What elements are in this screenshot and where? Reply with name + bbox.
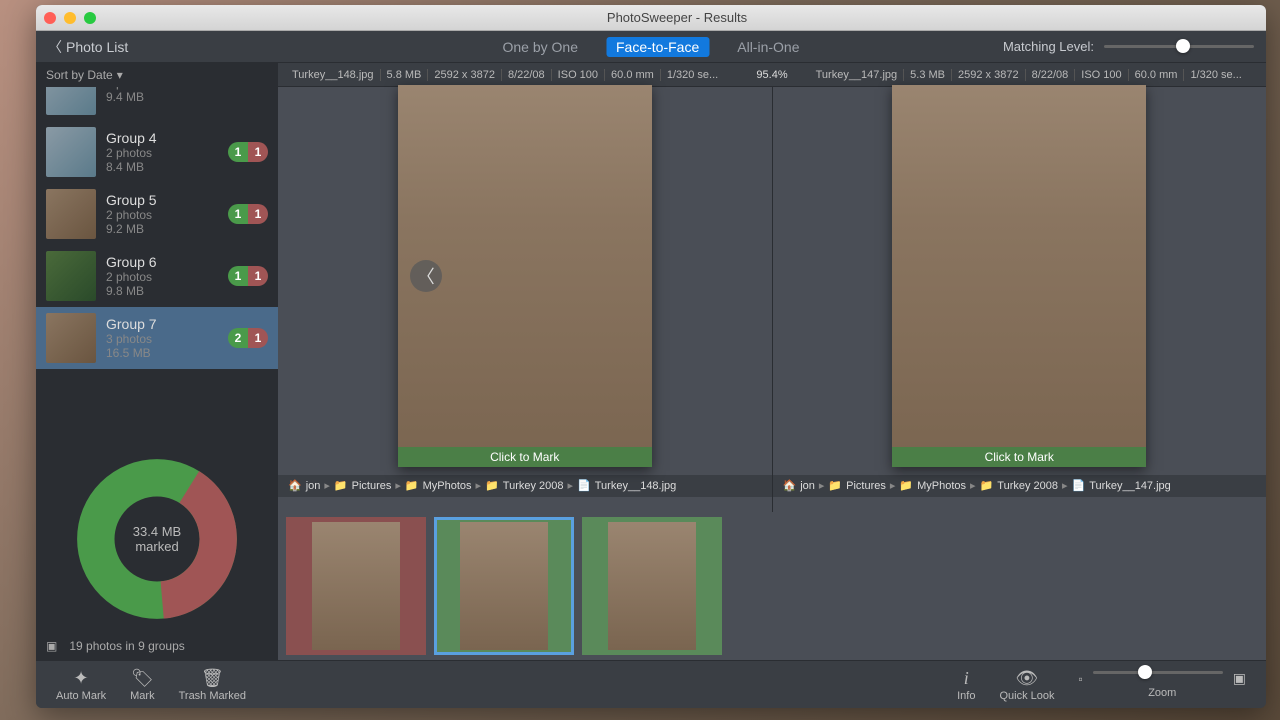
meta-right: Turkey__147.jpg 5.3 MB 2592 x 3872 8/22/… bbox=[802, 69, 1266, 81]
prev-arrow-icon[interactable]: 〈 bbox=[410, 260, 442, 292]
file-icon: 📄 bbox=[577, 479, 591, 492]
zoom-control: ▫ ▣ Zoom bbox=[1079, 670, 1247, 699]
mark-button[interactable]: Click to Mark bbox=[892, 447, 1146, 467]
content: Sort by Date ▾ 2 photos 9.4 MB Group bbox=[36, 63, 1266, 660]
donut-size: 33.4 MB bbox=[133, 524, 181, 539]
app-window: PhotoSweeper - Results 〈 Photo List One … bbox=[36, 5, 1266, 708]
strip-thumb-selected[interactable] bbox=[434, 517, 574, 655]
photo-right[interactable]: Click to Mark bbox=[892, 85, 1146, 467]
chevron-down-icon: ▾ bbox=[117, 68, 123, 82]
breadcrumb-right: 🏠 jon▸ 📁Pictures▸ 📁MyPhotos▸ 📁Turkey 200… bbox=[773, 475, 1267, 497]
donut-label: marked bbox=[133, 539, 181, 554]
close-icon[interactable] bbox=[44, 12, 56, 24]
group-badges: 1 1 bbox=[228, 204, 268, 224]
group-badges: 2 1 bbox=[228, 328, 268, 348]
tab-all-in-one[interactable]: All-in-One bbox=[729, 37, 807, 57]
group-item[interactable]: Group 4 2 photos 8.4 MB 1 1 bbox=[36, 121, 278, 183]
zoom-thumb[interactable] bbox=[1138, 665, 1152, 679]
chevron-left-icon: 〈 bbox=[48, 37, 62, 57]
slider-thumb[interactable] bbox=[1176, 39, 1190, 53]
strip-thumb-marked[interactable] bbox=[286, 517, 426, 655]
group-thumb bbox=[46, 189, 96, 239]
strip-thumb[interactable] bbox=[582, 517, 722, 655]
info-button[interactable]: i Info bbox=[957, 668, 975, 702]
home-icon: 🏠 bbox=[288, 479, 302, 492]
sort-dropdown[interactable]: Sort by Date ▾ bbox=[36, 63, 278, 87]
left-pane[interactable]: 〈 Click to Mark 🏠 jon▸ 📁Pictures▸ 📁MyPho… bbox=[278, 87, 773, 512]
zoom-slider[interactable] bbox=[1093, 671, 1223, 674]
titlebar: PhotoSweeper - Results bbox=[36, 5, 1266, 31]
back-label: Photo List bbox=[66, 39, 128, 55]
info-icon: i bbox=[964, 668, 969, 690]
mark-button[interactable]: 🏷 Mark bbox=[130, 668, 154, 702]
sidebar-footer: ▣ 19 photos in 9 groups bbox=[36, 632, 278, 660]
meta-left: Turkey__148.jpg 5.8 MB 2592 x 3872 8/22/… bbox=[278, 69, 742, 81]
zoom-in-icon[interactable]: ▣ bbox=[1233, 670, 1246, 687]
home-icon: 🏠 bbox=[783, 479, 797, 492]
mark-button[interactable]: Click to Mark bbox=[398, 447, 652, 467]
matching-slider[interactable] bbox=[1104, 45, 1254, 48]
window-title: PhotoSweeper - Results bbox=[96, 10, 1258, 25]
file-icon: 📄 bbox=[1072, 479, 1086, 492]
select-icon[interactable]: ▣ bbox=[46, 639, 57, 653]
group-item[interactable]: Group 6 2 photos 9.8 MB 1 1 bbox=[36, 245, 278, 307]
group-item[interactable]: Group 5 2 photos 9.2 MB 1 1 bbox=[36, 183, 278, 245]
zoom-window-icon[interactable] bbox=[84, 12, 96, 24]
folder-icon: 📁 bbox=[899, 479, 913, 492]
eye-icon: 👁 bbox=[1016, 668, 1039, 690]
folder-icon: 📁 bbox=[405, 479, 419, 492]
compare-view: 〈 Click to Mark 🏠 jon▸ 📁Pictures▸ 📁MyPho… bbox=[278, 87, 1266, 512]
group-thumb bbox=[46, 313, 96, 363]
donut-chart: 33.4 MB marked bbox=[36, 446, 278, 632]
photo-left[interactable]: 〈 Click to Mark bbox=[398, 85, 652, 467]
view-tabs: One by One Face-to-Face All-in-One bbox=[495, 37, 808, 57]
tag-icon: 🏷 bbox=[131, 668, 154, 690]
group-thumb bbox=[46, 87, 96, 115]
minimize-icon[interactable] bbox=[64, 12, 76, 24]
right-pane[interactable]: Click to Mark 🏠 jon▸ 📁Pictures▸ 📁MyPhoto… bbox=[773, 87, 1267, 512]
similarity: 95.4% bbox=[742, 69, 801, 81]
group-badges: 1 1 bbox=[228, 142, 268, 162]
thumbnail-strip bbox=[278, 512, 1266, 660]
matching-label: Matching Level: bbox=[1003, 39, 1094, 54]
folder-icon: 📁 bbox=[334, 479, 348, 492]
group-thumb bbox=[46, 251, 96, 301]
folder-icon: 📁 bbox=[980, 479, 994, 492]
meta-bar: Turkey__148.jpg 5.8 MB 2592 x 3872 8/22/… bbox=[278, 63, 1266, 87]
folder-icon: 📁 bbox=[828, 479, 842, 492]
wand-icon: ✦ bbox=[74, 668, 89, 690]
tab-one-by-one[interactable]: One by One bbox=[495, 37, 587, 57]
group-list: 2 photos 9.4 MB Group 4 2 photos 8.4 MB … bbox=[36, 87, 278, 446]
auto-mark-button[interactable]: ✦ Auto Mark bbox=[56, 668, 106, 702]
group-thumb bbox=[46, 127, 96, 177]
main-panel: Turkey__148.jpg 5.8 MB 2592 x 3872 8/22/… bbox=[278, 63, 1266, 660]
trash-marked-button[interactable]: 🗑 Trash Marked bbox=[179, 668, 246, 702]
bottom-bar: ✦ Auto Mark 🏷 Mark 🗑 Trash Marked i Info… bbox=[36, 660, 1266, 708]
trash-icon: 🗑 bbox=[201, 668, 224, 690]
breadcrumb-left: 🏠 jon▸ 📁Pictures▸ 📁MyPhotos▸ 📁Turkey 200… bbox=[278, 475, 772, 497]
zoom-out-icon[interactable]: ▫ bbox=[1079, 672, 1083, 686]
quick-look-button[interactable]: 👁 Quick Look bbox=[999, 668, 1054, 702]
group-badges: 1 1 bbox=[228, 266, 268, 286]
group-item[interactable]: 2 photos 9.4 MB bbox=[36, 87, 278, 121]
folder-icon: 📁 bbox=[485, 479, 499, 492]
matching-level: Matching Level: bbox=[1003, 39, 1254, 54]
toolbar: 〈 Photo List One by One Face-to-Face All… bbox=[36, 31, 1266, 63]
sidebar: Sort by Date ▾ 2 photos 9.4 MB Group bbox=[36, 63, 278, 660]
group-item-selected[interactable]: Group 7 3 photos 16.5 MB 2 1 bbox=[36, 307, 278, 369]
window-controls bbox=[44, 12, 96, 24]
back-button[interactable]: 〈 Photo List bbox=[48, 37, 128, 57]
tab-face-to-face[interactable]: Face-to-Face bbox=[606, 37, 709, 57]
